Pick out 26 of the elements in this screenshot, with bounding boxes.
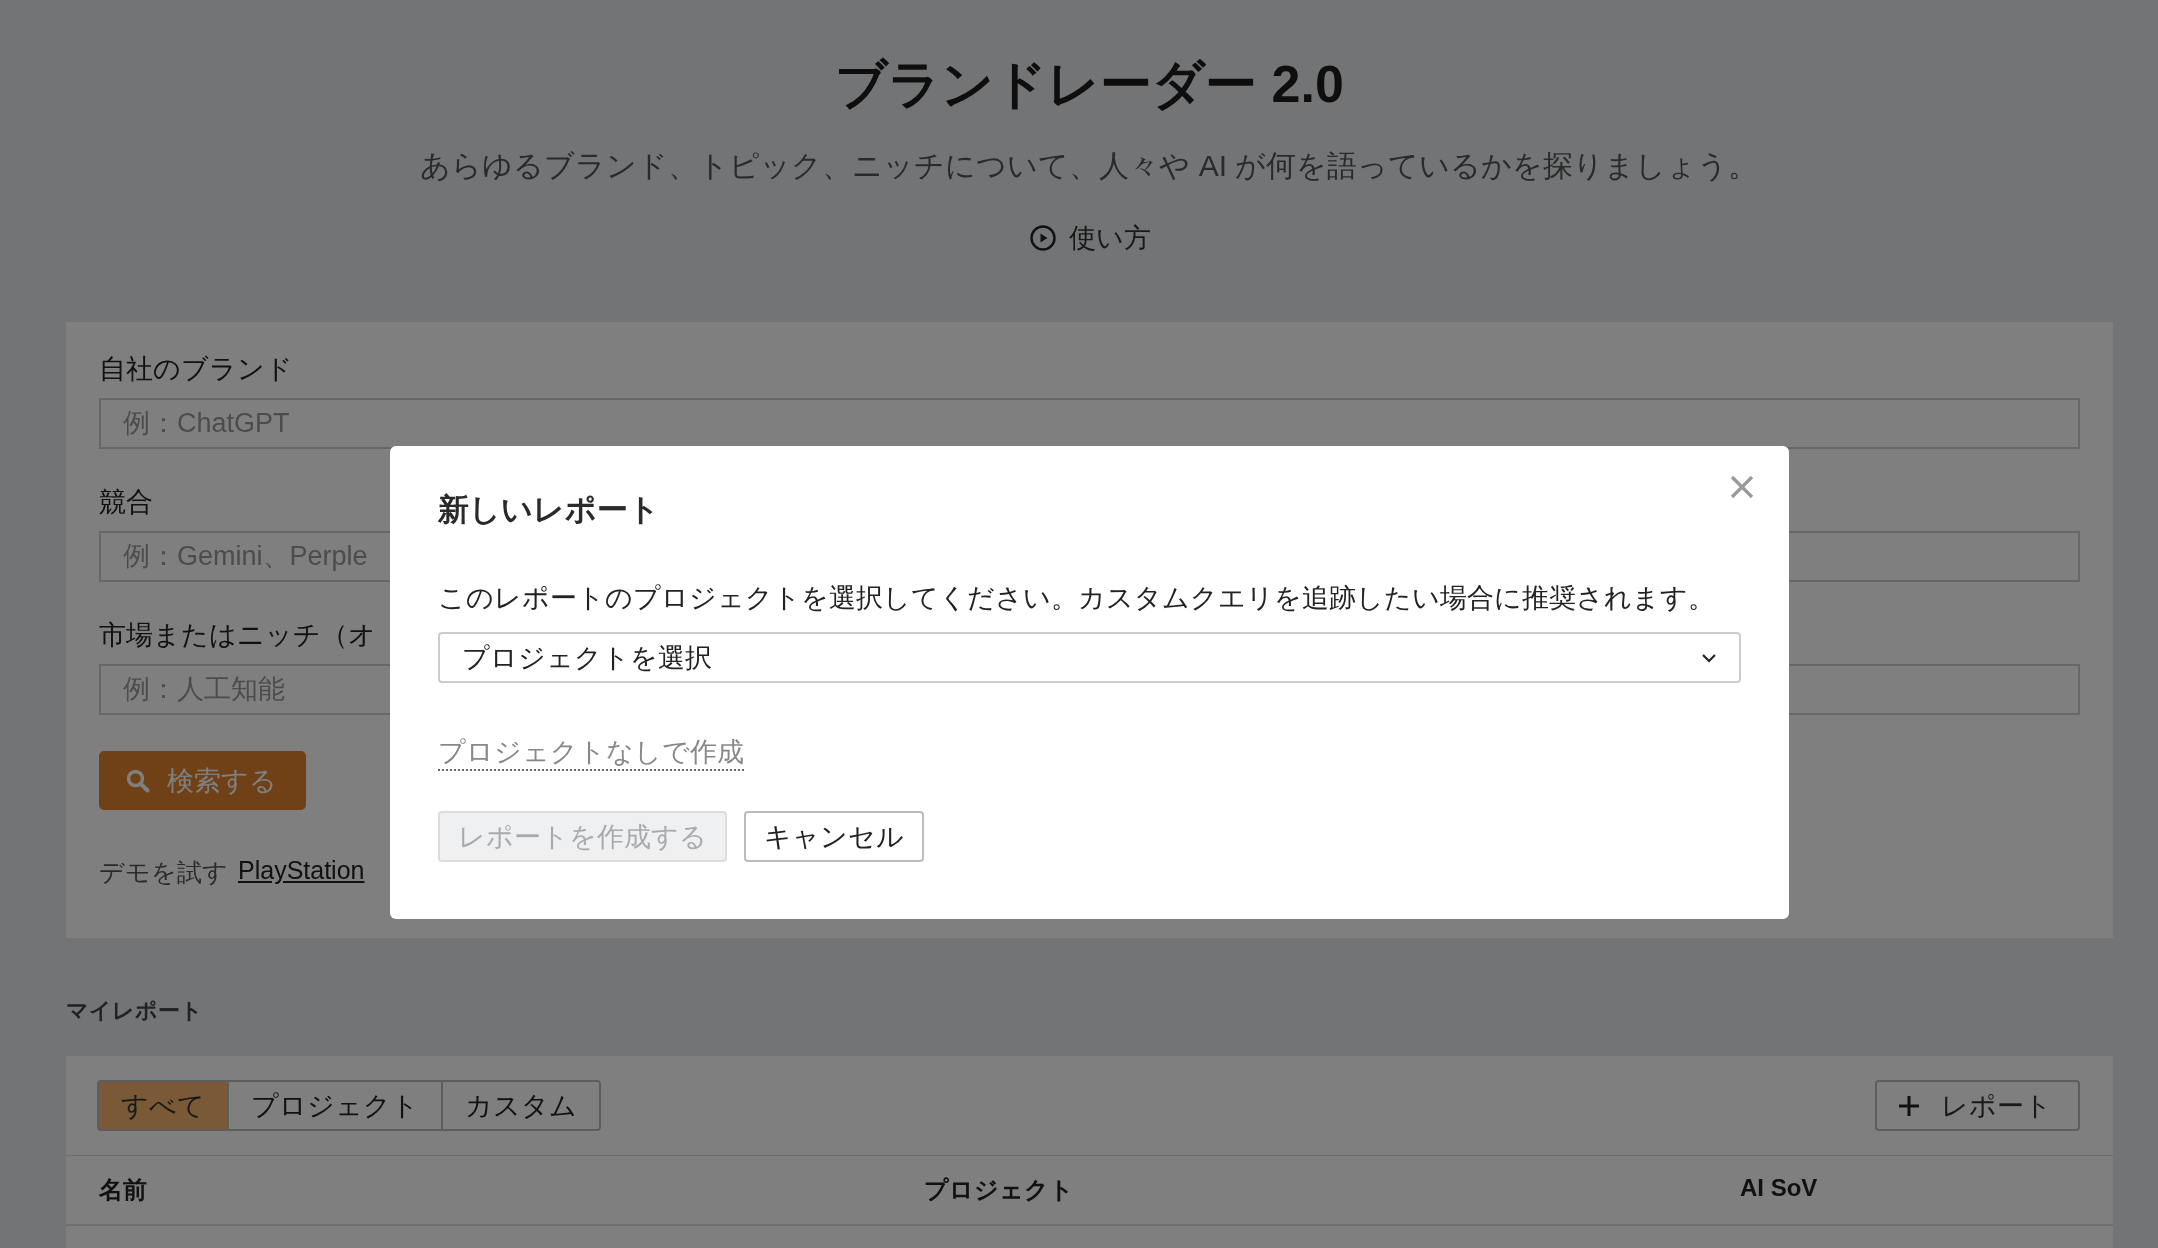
search-icon	[125, 767, 151, 794]
demo-link[interactable]: PlayStation	[238, 856, 365, 889]
close-icon[interactable]	[1729, 474, 1755, 500]
modal-description: このレポートのプロジェクトを選択してください。カスタムクエリを追跡したい場合に推奨されます。	[438, 582, 1716, 615]
chevron-icon	[1701, 652, 1717, 663]
demo-label: デモを試す	[99, 857, 228, 888]
column-header: AI SoV	[1740, 1174, 1818, 1202]
page-subtitle: あらゆるブランド、トピック、ニッチについて、人々や AI が何を語っているかを探りましょう。	[420, 148, 1759, 184]
play-icon	[1028, 224, 1057, 252]
column-header: プロジェクト	[924, 1175, 1074, 1205]
create-without-project-link[interactable]: プロジェクトなしで作成	[438, 735, 744, 771]
column-header: 名前	[99, 1175, 147, 1205]
plus-icon	[1897, 1093, 1921, 1118]
project-select[interactable]: プロジェクトを選択	[438, 632, 1741, 683]
field-label: 市場またはニッチ（オ	[99, 619, 376, 652]
page-title: ブランドレーダー 2.0	[835, 54, 1344, 115]
dialog-button[interactable]: キャンセル	[744, 811, 924, 862]
modal-title: 新しいレポート	[438, 491, 661, 529]
filter-tab[interactable]: プロジェクト	[227, 1080, 443, 1131]
how-to-link[interactable]: 使い方	[1028, 220, 1151, 256]
filter-tab[interactable]: すべて	[97, 1080, 229, 1131]
filter-tab[interactable]: カスタム	[441, 1080, 601, 1131]
section-heading: マイレポート	[66, 997, 204, 1025]
add-report-button[interactable]: レポート	[1875, 1080, 2080, 1131]
field-label: 自社のブランド	[99, 353, 293, 386]
field-label: 競合	[99, 486, 153, 519]
